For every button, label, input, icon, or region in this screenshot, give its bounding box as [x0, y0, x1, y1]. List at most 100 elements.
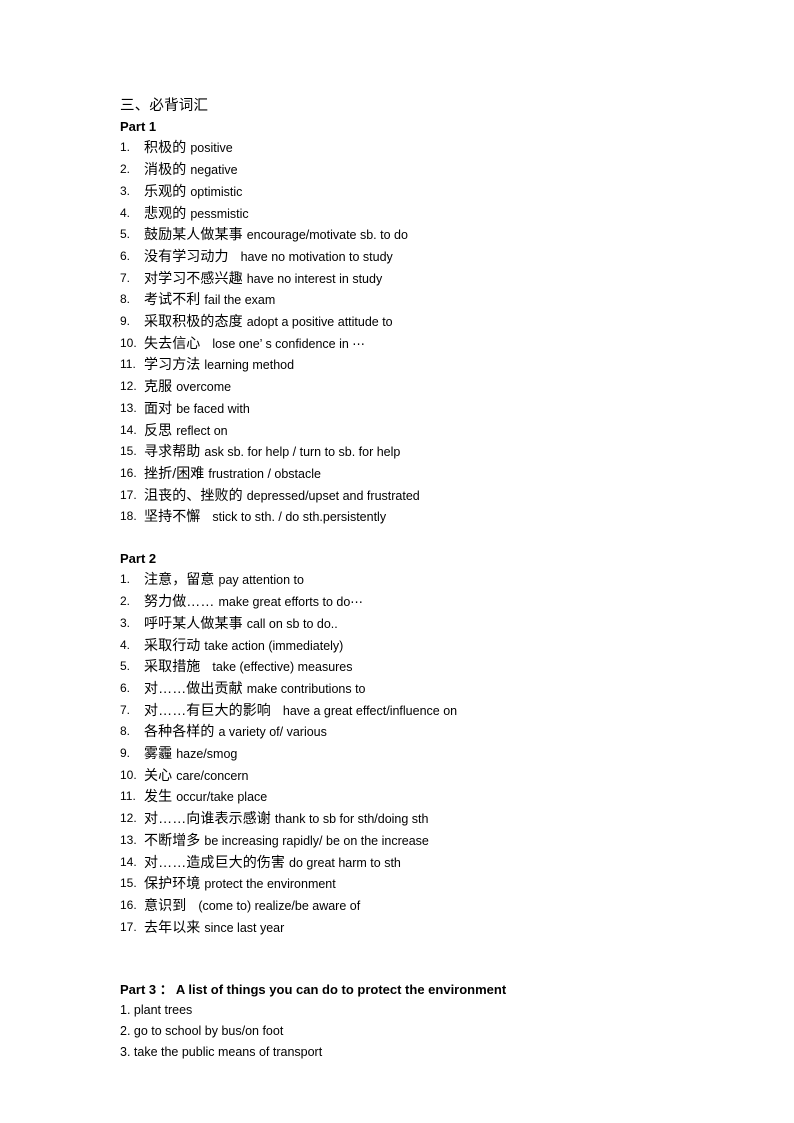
- item-english: make great efforts to do⋯: [218, 595, 363, 610]
- item-chinese: 坚持不懈: [144, 508, 201, 525]
- item-number: 7.: [120, 270, 131, 285]
- item-number: 8.: [120, 292, 131, 307]
- item-number: 1.: [120, 572, 131, 587]
- item-number: 17.: [120, 487, 137, 502]
- item-number: 14.: [120, 854, 137, 869]
- list-item: 9. 雾霾 haze/smog: [120, 743, 714, 765]
- item-number: 6.: [120, 248, 131, 263]
- item-chinese: 各种各样的: [144, 723, 215, 740]
- list-item: 1. plant trees: [120, 1003, 193, 1018]
- item-english: optimistic: [190, 184, 243, 199]
- item-english: stick to sth. / do sth.persistently: [212, 510, 387, 525]
- item-english: ask sb. for help / turn to sb. for help: [204, 445, 401, 460]
- list-item: 5. 鼓励某人做某事 encourage/motivate sb. to do: [120, 224, 714, 246]
- list-item: 3. 乐观的 optimistic: [120, 181, 714, 203]
- list-item: 15. 寻求帮助 ask sb. for help / turn to sb. fo…: [120, 441, 714, 463]
- list-item: 5. 采取措施 take (effective) measures: [120, 656, 714, 678]
- list-item: 4. 悲观的 pessmistic: [120, 203, 714, 225]
- list-item: 2. 努力做…… make great efforts to do⋯: [120, 591, 714, 613]
- item-english: adopt a positive attitude to: [246, 315, 393, 330]
- item-english: positive: [190, 141, 233, 156]
- item-english: pessmistic: [190, 206, 249, 221]
- list-item: 17. 沮丧的、挫败的 depressed/upset and frustrated: [120, 485, 714, 507]
- list-item: 8. 各种各样的 a variety of/ various: [120, 721, 714, 743]
- list-item: 13. 面对 be faced with: [120, 398, 714, 420]
- item-chinese: 面对: [144, 399, 173, 416]
- list-item: 7. 对……有巨大的影响 have a great effect/influence…: [120, 700, 714, 722]
- list-item: 17. 去年以来 since last year: [120, 917, 714, 939]
- item-number: 4.: [120, 637, 131, 652]
- item-chinese: 注意，留意: [144, 571, 215, 588]
- item-number: 15.: [120, 444, 137, 459]
- item-number: 2.: [120, 162, 131, 177]
- item-english: frustration / obstacle: [208, 466, 321, 481]
- item-number: 4.: [120, 205, 131, 220]
- item-chinese: 呼吁某人做某事: [144, 614, 243, 631]
- item-english: care/concern: [176, 768, 249, 783]
- item-english: have no motivation to study: [240, 249, 393, 264]
- item-chinese: 乐观的: [144, 182, 187, 199]
- item-number: 15.: [120, 876, 137, 891]
- item-chinese: 考试不利: [144, 291, 201, 308]
- item-number: 17.: [120, 919, 137, 934]
- item-chinese: 对学习不感兴趣: [144, 269, 243, 286]
- item-number: 16.: [120, 898, 137, 912]
- item-english: reflect on: [176, 423, 228, 438]
- item-english: protect the environment: [204, 877, 336, 892]
- list-item: 2. go to school by bus/on foot: [120, 1024, 284, 1039]
- item-number: 10.: [120, 767, 137, 782]
- item-chinese: 学习方法: [144, 356, 201, 373]
- item-number: 16.: [120, 465, 137, 480]
- item-chinese: 发生: [144, 788, 173, 805]
- item-chinese: 关心: [144, 766, 173, 783]
- item-number: 3.: [120, 183, 131, 198]
- item-chinese: 对……做出贡献: [144, 679, 243, 696]
- item-english: depressed/upset and frustrated: [246, 488, 420, 503]
- item-chinese: 挫折/困难: [144, 464, 205, 481]
- list-item: 1. 积极的 positive: [120, 137, 714, 159]
- part-3-list: 1. plant trees 2. go to school by bus/on…: [120, 1000, 714, 1062]
- part-2-heading: Part 2: [120, 550, 157, 566]
- item-english: take action (immediately): [204, 638, 344, 653]
- item-chinese: 不断增多: [144, 831, 201, 848]
- list-item: 15. 保护环境 protect the environment: [120, 873, 714, 895]
- item-chinese: 保护环境: [144, 875, 201, 892]
- item-chinese: 采取措施: [144, 658, 201, 675]
- list-item: 16. 挫折/困难 frustration / obstacle: [120, 463, 714, 485]
- item-english: be faced with: [176, 401, 250, 416]
- item-number: 10.: [120, 335, 137, 350]
- item-chinese: 没有学习动力: [144, 247, 229, 264]
- item-chinese: 对……有巨大的影响: [144, 701, 271, 718]
- item-number: 5.: [120, 659, 131, 674]
- list-item: 3. 呼吁某人做某事 call on sb to do..: [120, 613, 714, 635]
- item-english: encourage/motivate sb. to do: [246, 228, 408, 243]
- item-chinese: 去年以来: [144, 918, 201, 935]
- item-number: 3.: [120, 615, 131, 630]
- list-item: 4. 采取行动 take action (immediately): [120, 635, 714, 657]
- item-english: have no interest in study: [246, 271, 383, 286]
- item-number: 5.: [120, 227, 131, 242]
- item-english: call on sb to do..: [246, 616, 338, 631]
- item-english: learning method: [204, 358, 295, 373]
- document-page: 三、必背词汇 Part 1 1. 积极的 positive 2. 消极的 negativ…: [0, 0, 794, 1123]
- list-item: 14. 反思 reflect on: [120, 420, 714, 442]
- item-chinese: 鼓励某人做某事: [144, 226, 243, 243]
- list-item: 11. 学习方法 learning method: [120, 354, 714, 376]
- item-english: take (effective) measures: [212, 660, 353, 675]
- item-number: 9.: [120, 314, 131, 329]
- list-item: 8. 考试不利 fail the exam: [120, 289, 714, 311]
- list-item: 13. 不断增多 be increasing rapidly/ be on the …: [120, 830, 714, 852]
- item-number: 14.: [120, 422, 137, 437]
- list-item: 3. take the public means of transport: [120, 1044, 323, 1059]
- item-number: 7.: [120, 702, 131, 717]
- item-english: thank to sb for sth/doing sth: [274, 812, 429, 827]
- item-chinese: 克服: [144, 378, 173, 395]
- list-item: 10. 失去信心 lose one’ s confidence in ⋯: [120, 333, 714, 355]
- item-number: 2.: [120, 594, 131, 609]
- list-item: 12. 对……向谁表示感谢 thank to sb for sth/doing st…: [120, 808, 714, 830]
- list-item: 14. 对……造成巨大的伤害 do great harm to sth: [120, 852, 714, 874]
- item-chinese: 沮丧的、挫败的: [144, 486, 243, 503]
